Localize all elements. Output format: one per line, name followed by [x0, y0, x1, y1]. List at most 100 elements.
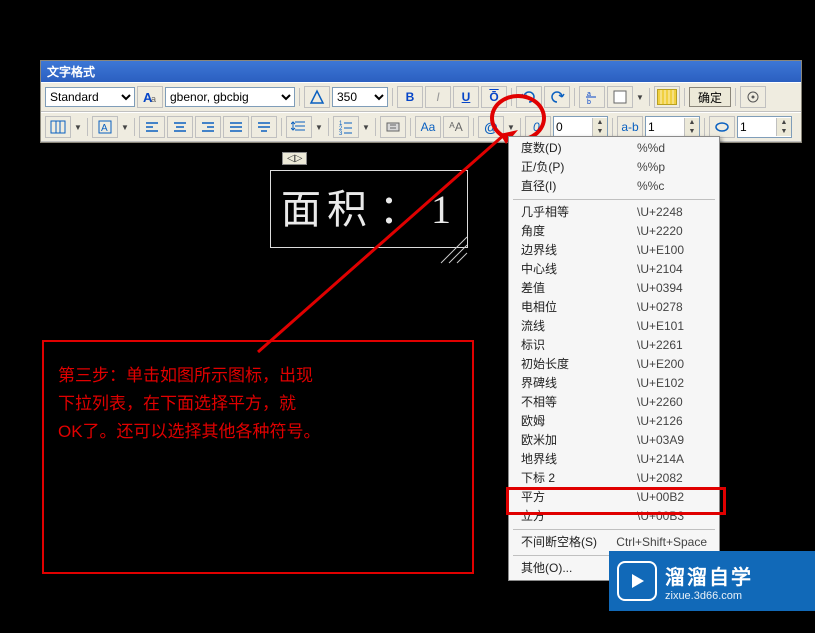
font-icon: Aa [137, 86, 163, 108]
menu-item[interactable]: 立方 \U+00B3 [509, 507, 719, 526]
menu-item[interactable]: 初始长度 \U+E200 [509, 355, 719, 374]
tracking-input[interactable] [646, 120, 684, 134]
numbering-button[interactable]: 123 [333, 116, 359, 138]
menu-item[interactable]: 欧姆\U+2126 [509, 412, 719, 431]
svg-text:3: 3 [339, 131, 343, 135]
bold-button[interactable]: B [397, 86, 423, 108]
field-button[interactable] [380, 116, 406, 138]
symbol-dropdown-icon[interactable]: ▼ [506, 123, 516, 132]
oblique-label-icon: 0/ [525, 116, 551, 138]
chevron-up-icon[interactable]: ▲ [777, 118, 791, 127]
menu-item-code: \U+2104 [637, 261, 707, 278]
align-justify-button[interactable] [223, 116, 249, 138]
font-select[interactable]: gbenor, gbcbig [165, 87, 295, 107]
menu-item-code: \U+2260 [637, 394, 707, 411]
align-left-button[interactable] [139, 116, 165, 138]
width-input[interactable] [738, 120, 776, 134]
menu-item-label: 中心线 [521, 261, 557, 278]
menu-item-label: 立方 [521, 508, 545, 525]
watermark: 溜溜自学 zixue.3d66.com [609, 551, 815, 611]
svg-text:b: b [587, 99, 591, 105]
menu-item-code: \U+214A [637, 451, 707, 468]
sample-text-c: 1 [431, 186, 457, 233]
menu-item[interactable]: 标识\U+2261 [509, 336, 719, 355]
height-select[interactable]: 350 [332, 87, 388, 107]
menu-item-label: 初始长度 [521, 356, 569, 373]
menu-item[interactable]: 下标 2\U+2082 [509, 469, 719, 488]
instruction-box: 第三步：单击如图所示图标，出现 下拉列表，在下面选择平方，就 OK了。还可以选择… [42, 340, 474, 574]
menu-item[interactable]: 电相位\U+0278 [509, 298, 719, 317]
menu-item-code: \U+E200 [637, 356, 707, 373]
chevron-down-icon[interactable]: ▼ [777, 127, 791, 136]
resize-handle-icon[interactable] [439, 235, 469, 265]
menu-item-label: 电相位 [521, 299, 557, 316]
symbol-button[interactable]: @ [478, 116, 504, 138]
instruction-line-1: 第三步：单击如图所示图标，出现 [58, 362, 458, 390]
uppercase-button[interactable]: Aa [415, 116, 441, 138]
chevron-down-icon[interactable]: ▼ [685, 127, 699, 136]
menu-item-label: 角度 [521, 223, 545, 240]
menu-item-code: \U+2082 [637, 470, 707, 487]
chevron-up-icon[interactable]: ▲ [593, 118, 607, 127]
autocaps-button[interactable]: ᴬA [443, 116, 469, 138]
menu-item[interactable]: 中心线 \U+2104 [509, 260, 719, 279]
menu-item-code: \U+2261 [637, 337, 707, 354]
menu-item[interactable]: 平方\U+00B2 [509, 488, 719, 507]
linespacing-dropdown-icon[interactable]: ▼ [314, 123, 324, 132]
underline-button[interactable]: U [453, 86, 479, 108]
menu-item[interactable]: 度数(D)%%d [509, 139, 719, 158]
chevron-down-icon[interactable]: ▼ [593, 127, 607, 136]
menu-item[interactable]: 不间断空格(S)Ctrl+Shift+Space [509, 533, 719, 552]
menu-item-label: 度数(D) [521, 140, 562, 157]
menu-item-code: \U+00B3 [637, 508, 707, 525]
symbol-menu: 度数(D)%%d正/负(P)%%p直径(I)%%c几乎相等\U+2248角度\U… [508, 136, 720, 581]
menu-item[interactable]: 差值\U+0394 [509, 279, 719, 298]
menu-item-label: 直径(I) [521, 178, 556, 195]
align-distribute-button[interactable] [251, 116, 277, 138]
menu-item[interactable]: 正/负(P)%%p [509, 158, 719, 177]
overline-button[interactable]: Ō [481, 86, 507, 108]
width-spin[interactable]: ▲▼ [737, 116, 792, 138]
menu-item-label: 差值 [521, 280, 545, 297]
instruction-line-2: 下拉列表，在下面选择平方，就 [58, 390, 458, 418]
options-button[interactable] [740, 86, 766, 108]
color-button[interactable] [607, 86, 633, 108]
oblique-input[interactable] [554, 120, 592, 134]
oblique-spin[interactable]: ▲▼ [553, 116, 608, 138]
stack-button[interactable]: ab [579, 86, 605, 108]
mtext-justify-dropdown-icon[interactable]: ▼ [120, 123, 130, 132]
ruler-button[interactable] [654, 86, 680, 108]
menu-item-label: 欧米加 [521, 432, 557, 449]
ok-button[interactable]: 确定 [689, 87, 731, 107]
ruler-tab[interactable]: ◁▷ [282, 152, 307, 165]
align-center-button[interactable] [167, 116, 193, 138]
menu-item[interactable]: 几乎相等\U+2248 [509, 203, 719, 222]
menu-item[interactable]: 角度\U+2220 [509, 222, 719, 241]
annotative-icon[interactable] [304, 86, 330, 108]
menu-item-label: 不相等 [521, 394, 557, 411]
chevron-up-icon[interactable]: ▲ [685, 118, 699, 127]
menu-item[interactable]: 界碑线\U+E102 [509, 374, 719, 393]
numbering-dropdown-icon[interactable]: ▼ [361, 123, 371, 132]
menu-item[interactable]: 流线\U+E101 [509, 317, 719, 336]
svg-text:A: A [101, 123, 108, 134]
menu-item[interactable]: 不相等 \U+2260 [509, 393, 719, 412]
menu-item[interactable]: 边界线\U+E100 [509, 241, 719, 260]
columns-dropdown-icon[interactable]: ▼ [73, 123, 83, 132]
menu-item[interactable]: 直径(I)%%c [509, 177, 719, 196]
tracking-spin[interactable]: ▲▼ [645, 116, 700, 138]
linespacing-button[interactable] [286, 116, 312, 138]
align-right-button[interactable] [195, 116, 221, 138]
ruler-icon [657, 89, 677, 105]
redo-button[interactable] [544, 86, 570, 108]
style-select[interactable]: Standard [45, 87, 135, 107]
menu-item-code: %%p [637, 159, 707, 176]
mtext-justify-button[interactable]: A [92, 116, 118, 138]
text-editor-box[interactable]: 面积 ： 1 [270, 170, 468, 248]
undo-button[interactable] [516, 86, 542, 108]
columns-button[interactable] [45, 116, 71, 138]
menu-item[interactable]: 地界线\U+214A [509, 450, 719, 469]
menu-item[interactable]: 欧米加\U+03A9 [509, 431, 719, 450]
italic-button[interactable]: I [425, 86, 451, 108]
color-dropdown-icon[interactable]: ▼ [635, 93, 645, 102]
